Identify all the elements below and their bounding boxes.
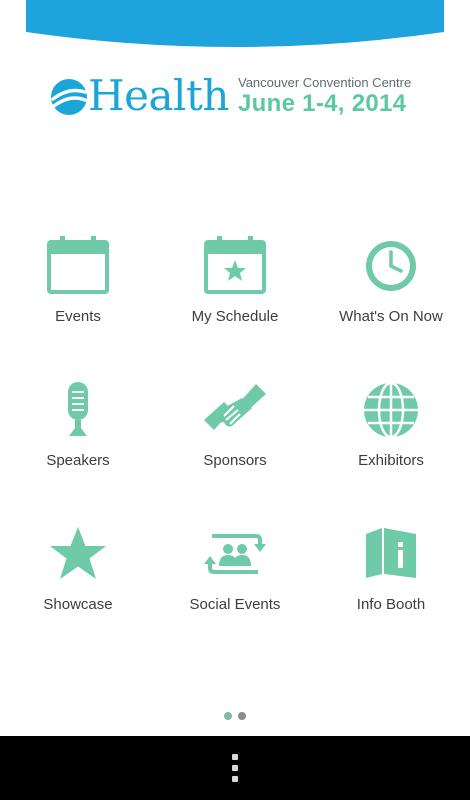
menu-label: Speakers: [46, 452, 110, 469]
calendar-star-icon: [202, 236, 268, 302]
page-indicator: [0, 712, 470, 722]
star-icon: [45, 524, 111, 590]
microphone-icon: [45, 380, 111, 446]
menu-tile-sponsors[interactable]: Sponsors: [157, 380, 313, 500]
overflow-menu-icon[interactable]: [222, 750, 248, 786]
menu-tile-events[interactable]: Events: [0, 236, 156, 356]
system-nav-bar: [0, 736, 470, 800]
event-dates: June 1-4, 2014: [238, 90, 407, 117]
e-logo-icon: [50, 78, 88, 116]
venue-text: Vancouver Convention Centre: [238, 75, 412, 90]
menu-tile-speakers[interactable]: Speakers: [0, 380, 156, 500]
page-dot-active[interactable]: [224, 712, 232, 720]
brand-wordmark: Health: [88, 71, 229, 120]
menu-tile-social-events[interactable]: Social Events: [157, 524, 313, 644]
menu-tile-exhibitors[interactable]: Exhibitors: [313, 380, 469, 500]
calendar-icon: [45, 236, 111, 302]
menu-label: Sponsors: [203, 452, 267, 469]
menu-tile-whats-on-now[interactable]: What's On Now: [313, 236, 469, 356]
menu-label: Social Events: [189, 596, 281, 613]
conference-header: Health Vancouver Convention Centre June …: [48, 71, 428, 132]
menu-tile-my-schedule[interactable]: My Schedule: [157, 236, 313, 356]
handshake-icon: [202, 380, 268, 446]
page-dot[interactable]: [238, 712, 246, 720]
menu-label: What's On Now: [339, 308, 443, 325]
menu-label: Info Booth: [356, 596, 426, 613]
top-banner: [26, 0, 444, 50]
menu-label: Events: [55, 308, 101, 325]
menu-label: My Schedule: [191, 308, 279, 325]
people-icon: [202, 524, 268, 590]
menu-label: Exhibitors: [358, 452, 424, 469]
menu-label: Showcase: [43, 596, 113, 613]
globe-icon: [358, 380, 424, 446]
menu-tile-showcase[interactable]: Showcase: [0, 524, 156, 644]
clock-icon: [358, 236, 424, 302]
info-booth-icon: [358, 524, 424, 590]
menu-tile-info-booth[interactable]: Info Booth: [313, 524, 469, 644]
